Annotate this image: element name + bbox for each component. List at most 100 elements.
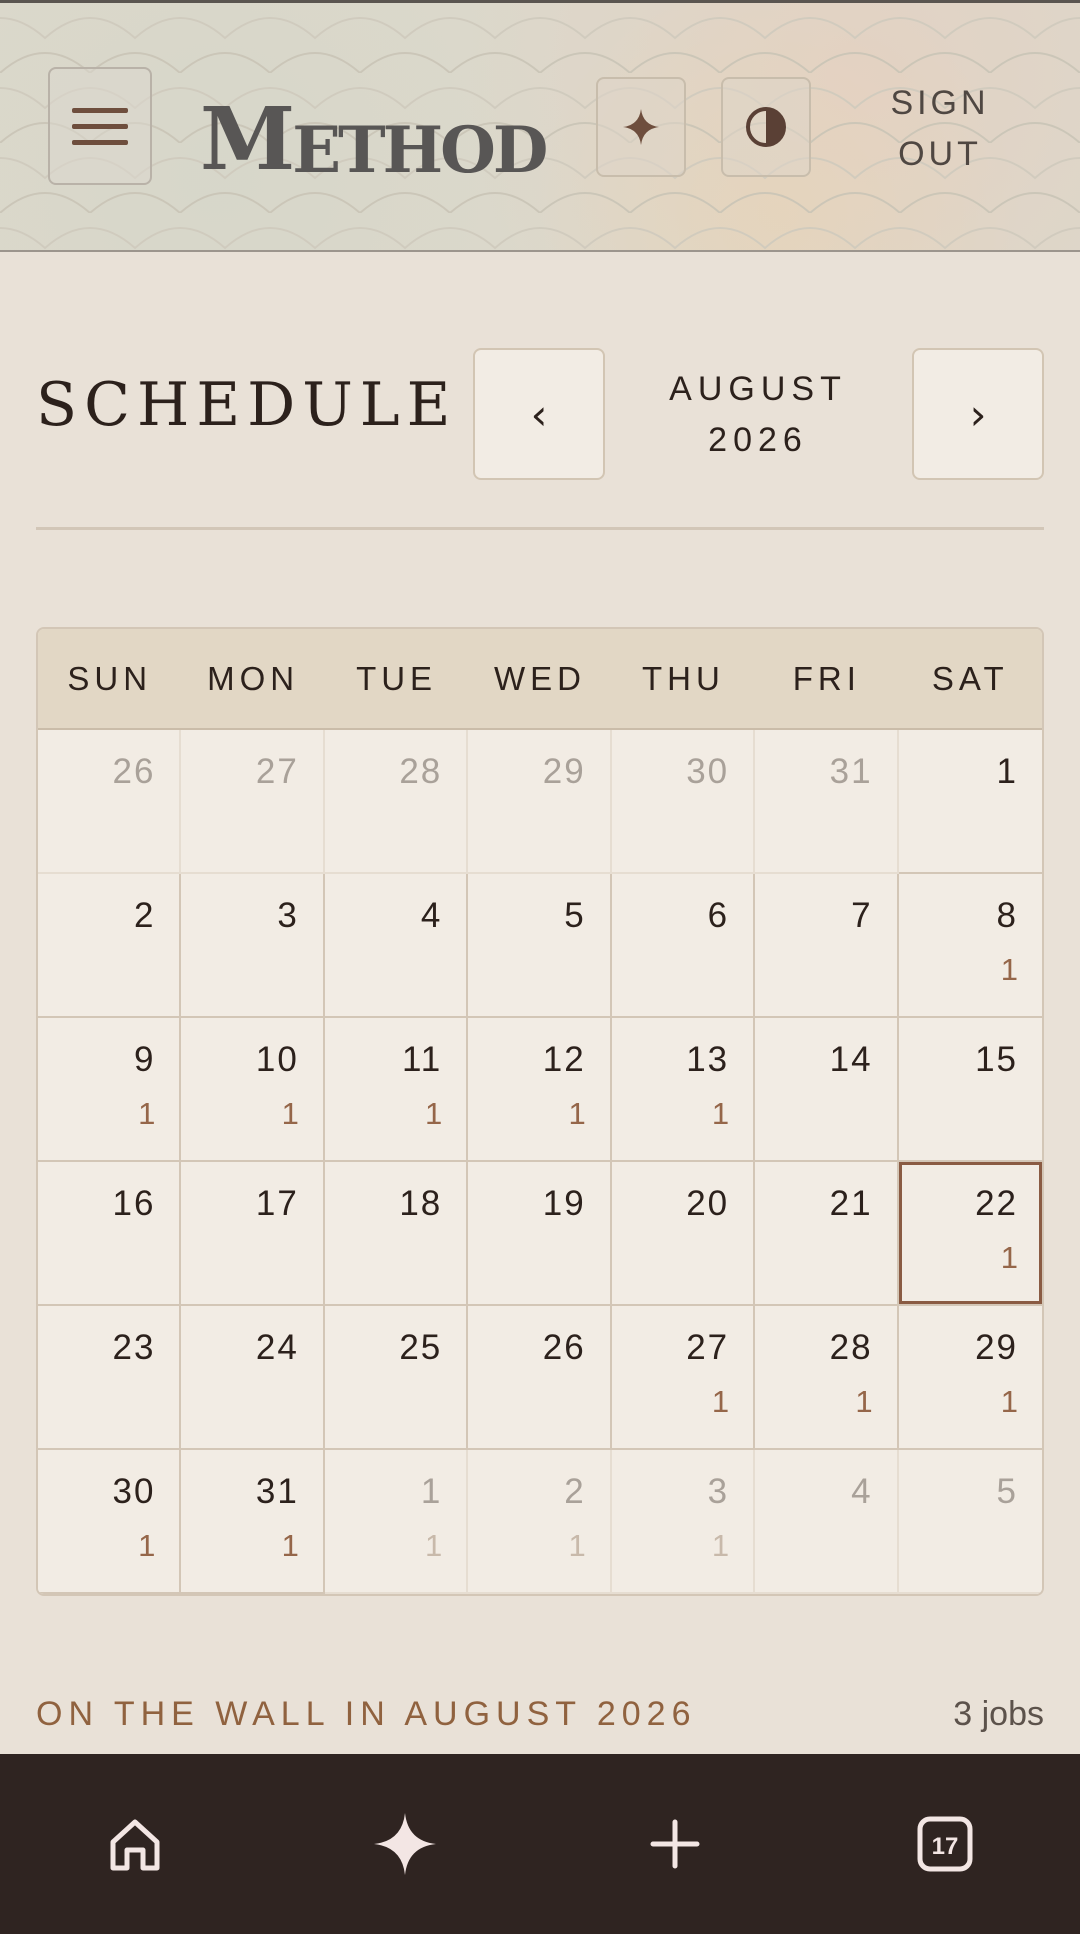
page-title: SCHEDULE [36,370,458,440]
calendar-day-cell[interactable]: 23 [38,1306,182,1450]
day-number: 21 [829,1184,873,1223]
bottom-navigation: 17 [0,1754,1080,1934]
calendar-day-cell[interactable]: 26 [468,1306,612,1450]
day-number: 8 [996,896,1018,935]
day-number: 26 [112,752,156,791]
calendar-day-cell[interactable]: 6 [611,874,756,1018]
day-number: 25 [399,1328,443,1367]
calendar-day-cell[interactable]: 28 [324,730,469,874]
calendar-day-cell[interactable]: 19 [468,1162,612,1306]
day-job-count: 1 [568,1528,586,1563]
calendar-day-cell[interactable]: 28 1 [755,1306,899,1450]
calendar-day-cell[interactable]: 21 [468,1450,612,1594]
weekday-label: THU [642,659,725,697]
nav-sparkle-button[interactable] [345,1754,465,1934]
method-logo[interactable]: M ETHOD [200,73,560,183]
calendar-day-cell[interactable]: 10 1 [181,1018,325,1162]
day-number: 3 [277,896,299,935]
calendar-day-cell[interactable]: 24 [181,1306,325,1450]
day-number: 11 [401,1040,443,1079]
day-number: 18 [399,1184,443,1223]
nav-home-button[interactable] [75,1754,195,1934]
calendar-day-cell[interactable]: 27 1 [611,1306,756,1450]
calendar-day-cell[interactable]: 29 [468,730,612,874]
calendar-day-cell[interactable]: 22 1 [898,1162,1042,1306]
day-job-count: 1 [425,1528,443,1563]
app-header: M ETHOD SIGN OUT [0,0,1080,252]
calendar-day-cell[interactable]: 18 [324,1162,469,1306]
calendar-day-cell[interactable]: 31 1 [181,1450,325,1594]
day-number: 20 [686,1184,730,1223]
nav-calendar-button[interactable]: 17 [885,1754,1005,1934]
hamburger-icon-bar [72,139,128,145]
day-number: 12 [542,1040,586,1079]
weekday-label: MON [207,659,300,697]
day-job-count: 1 [1000,952,1018,987]
calendar-day-cell[interactable]: 13 1 [611,1018,756,1162]
day-number: 31 [829,752,873,791]
weekday-label: SAT [931,659,1009,697]
menu-button[interactable] [48,67,152,185]
day-number: 2 [133,896,156,935]
calendar-day-cell[interactable]: 17 [181,1162,325,1306]
calendar-day-cell[interactable]: 12 1 [468,1018,612,1162]
calendar-day-cell[interactable]: 11 [324,1450,469,1594]
calendar-day-cell[interactable]: 26 [38,730,182,874]
day-number: 29 [975,1328,1018,1367]
calendar-day-cell[interactable]: 27 [181,730,325,874]
nav-add-button[interactable] [615,1754,735,1934]
month-name: AUGUST [669,370,847,408]
day-number: 10 [255,1040,299,1079]
calendar-day-cell[interactable]: 5 [898,1450,1042,1594]
calendar-day-cell[interactable]: 4 [324,874,469,1018]
calendar-day-cell[interactable]: 91 [38,1018,182,1162]
calendar-day-cell[interactable]: 7 [755,874,899,1018]
day-number: 29 [542,752,586,791]
contrast-icon [746,107,786,147]
weekday-label: TUE [356,659,438,697]
day-number: 28 [399,752,443,791]
hamburger-icon [72,107,128,113]
day-number: 30 [686,752,730,791]
calendar-day-cell[interactable]: 25 [324,1306,469,1450]
calendar-day-cell[interactable]: 15 [898,1018,1042,1162]
calendar-day-cell[interactable]: 14 [755,1018,899,1162]
previous-month-button[interactable]: ‹ [473,348,605,480]
calendar-day-cell[interactable]: 3 [181,874,325,1018]
day-number: 6 [707,896,730,935]
day-number: 17 [255,1184,299,1223]
calendar-day-cell[interactable]: 29 1 [898,1306,1042,1450]
calendar-day-cell[interactable]: 11 1 [324,1018,469,1162]
calendar-day-cell[interactable]: 16 [38,1162,182,1306]
calendar-day-cell[interactable]: 31 [611,1450,756,1594]
month-calendar: SUN MON TUE WED THU FRI SAT 26 27 28 29 30 31… [36,627,1044,1596]
calendar-day-cell[interactable]: 20 [611,1162,756,1306]
day-number: 4 [420,896,443,935]
divider [36,527,1044,530]
day-number: 16 [112,1184,156,1223]
sign-out-label-line2: OUT [898,135,982,173]
calendar-day-cell[interactable]: 81 [898,874,1042,1018]
day-job-count: 1 [711,1528,730,1563]
day-job-count: 1 [281,1096,299,1131]
calendar-day-cell[interactable]: 31 [755,730,899,874]
weekday-label: FRI [792,659,861,697]
day-number: 7 [851,896,873,935]
calendar-day-cell[interactable]: 21 [755,1162,899,1306]
calendar-day-cell[interactable]: 30 [611,730,756,874]
weekday-header-row: SUN MON TUE WED THU FRI SAT [38,629,1042,730]
theme-toggle-button[interactable] [721,77,811,177]
day-job-count: 1 [281,1528,299,1563]
day-number: 30 [112,1472,156,1511]
calendar-day-cell[interactable]: 4 [755,1450,899,1594]
hamburger-icon-bar [72,123,128,129]
sparkle-icon [374,1813,436,1875]
day-number: 9 [133,1040,156,1079]
calendar-day-cell[interactable]: 1 [898,730,1042,874]
sign-out-button[interactable]: SIGN OUT [862,77,1018,181]
sparkle-button[interactable] [596,77,686,177]
next-month-button[interactable]: › [912,348,1044,480]
calendar-day-cell[interactable]: 30 1 [38,1450,182,1594]
calendar-day-cell[interactable]: 5 [468,874,612,1018]
calendar-day-cell[interactable]: 2 [38,874,182,1018]
